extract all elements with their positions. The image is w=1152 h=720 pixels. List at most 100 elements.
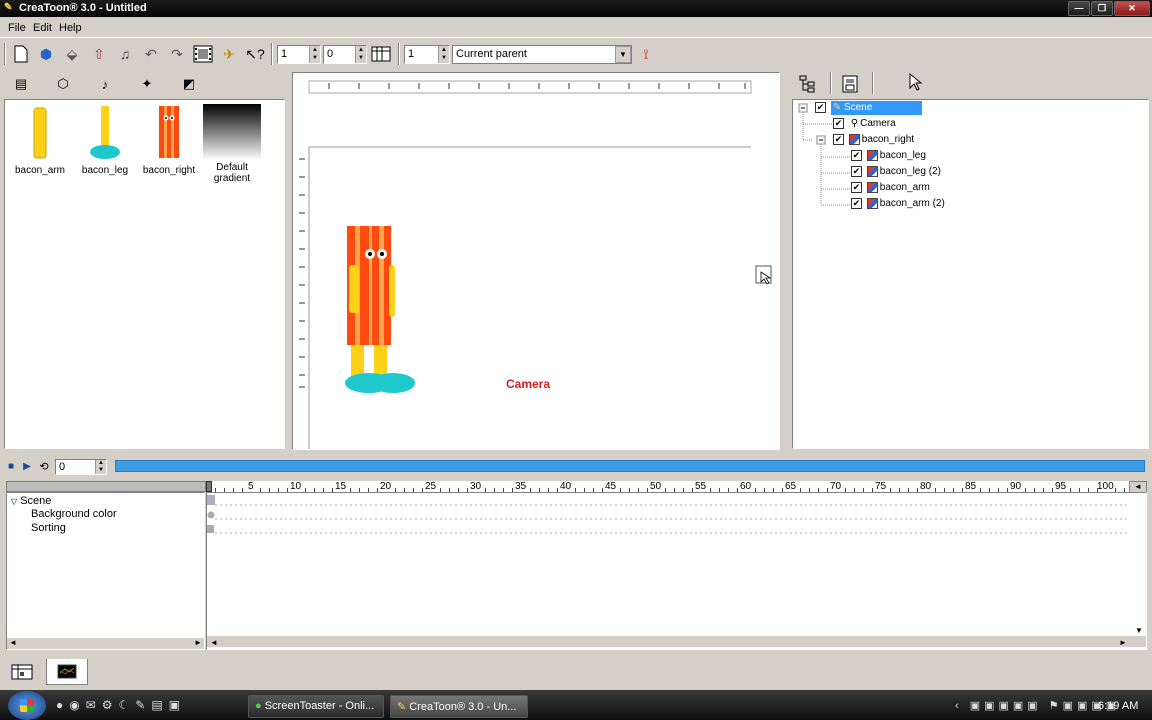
library-tab-shapes[interactable]: ⬡ xyxy=(50,72,76,96)
ruler-tick-label: 75 xyxy=(875,481,887,492)
properties-tab[interactable] xyxy=(840,72,860,96)
import-icon[interactable]: ⬙ xyxy=(62,44,82,64)
task2-label: CreaToon® 3.0 - Un... xyxy=(409,701,517,713)
tree-row-bacon-leg[interactable]: ✔ bacon_leg xyxy=(851,149,926,164)
export-icon[interactable]: ⇧ xyxy=(89,44,109,64)
menu-help[interactable]: Help xyxy=(59,22,82,34)
frame-spinner-b-value: 0 xyxy=(327,48,334,60)
library-item-bacon-arm[interactable]: bacon_arm xyxy=(10,104,70,176)
library-tab-textures[interactable]: ◩ xyxy=(176,72,202,96)
stop-icon[interactable]: ■ xyxy=(4,459,18,473)
frame-spinner-b[interactable]: 0 ▲ ▼ xyxy=(323,45,367,64)
track-sorting[interactable]: Sorting xyxy=(31,522,66,534)
chevron-down-icon[interactable]: ▼ xyxy=(615,46,631,63)
frame-spinner-a[interactable]: 1 ▲ ▼ xyxy=(277,45,321,64)
start-button[interactable] xyxy=(8,691,46,720)
track-scene[interactable]: ▽ Scene xyxy=(11,495,51,507)
scroll-right-icon[interactable]: ► xyxy=(194,638,202,647)
render-icon[interactable]: ✈ xyxy=(219,44,239,64)
timeline-keyframe-grid[interactable]: ◄ ► ▼ xyxy=(206,492,1147,650)
ruler-tick-label: 35 xyxy=(515,481,527,492)
library-tab-effects[interactable]: ✦ xyxy=(134,72,160,96)
bacon-leg-thumbnail xyxy=(90,106,120,159)
spinner-arrows-icon[interactable]: ▲ ▼ xyxy=(95,460,106,474)
current-frame-input[interactable]: 0 ▲ ▼ xyxy=(55,459,107,475)
mouse-cursor-icon xyxy=(906,72,926,92)
chrome-icon: ● xyxy=(255,700,262,712)
tree-row-bacon-right[interactable]: ✔ bacon_right xyxy=(833,133,914,148)
tree-view-tab[interactable] xyxy=(798,72,818,96)
camera-label: Camera xyxy=(506,377,551,391)
new-file-icon[interactable] xyxy=(11,44,31,64)
visibility-checkbox[interactable]: ✔ xyxy=(833,133,844,145)
library-item-label: bacon_right xyxy=(142,165,196,176)
redo-icon[interactable]: ↷ xyxy=(167,44,187,64)
loop-icon[interactable]: ⟲ xyxy=(37,459,51,473)
bacon-right-thumbnail xyxy=(159,106,179,158)
spinner-arrows-icon[interactable]: ▲ ▼ xyxy=(355,46,366,63)
sound-icon[interactable]: ♫ xyxy=(115,44,135,64)
ruler-tick-label: 85 xyxy=(965,481,977,492)
help-pointer-icon[interactable]: ↖? xyxy=(245,44,265,64)
track-list-scrollbar[interactable]: ◄ ► xyxy=(7,638,204,649)
film-icon[interactable] xyxy=(193,44,213,64)
menu-file[interactable]: File xyxy=(8,22,26,34)
keyframe-icon[interactable] xyxy=(371,44,391,64)
visibility-checkbox[interactable]: ✔ xyxy=(851,149,862,161)
ruler-tick-label: 70 xyxy=(830,481,842,492)
menu-edit[interactable]: Edit xyxy=(33,22,52,34)
layer-spinner[interactable]: 1 ▲ ▼ xyxy=(404,45,450,64)
library-item-bacon-leg[interactable]: bacon_leg xyxy=(75,104,135,176)
system-tray-icons[interactable]: ‹ ▣▣▣▣▣ ⚑▣▣▣▣ xyxy=(955,699,1120,712)
scroll-left-icon[interactable]: ◄ xyxy=(9,638,17,647)
spinner-arrows-icon[interactable]: ▲ ▼ xyxy=(438,46,449,63)
scene-tree-panel: ✔ ✎ Scene ✔ ⚲ Camera ✔ bacon_right ✔ baco… xyxy=(792,99,1149,449)
parent-select[interactable]: Current parent ▼ xyxy=(452,45,632,64)
quick-launch-icons[interactable]: ●◉✉⚙☾✎▤▣ xyxy=(56,698,236,716)
track-background-color[interactable]: Background color xyxy=(31,508,117,520)
tree-row-bacon-arm-2[interactable]: ✔ bacon_arm (2) xyxy=(851,197,945,212)
tree-row-bacon-arm[interactable]: ✔ bacon_arm xyxy=(851,181,930,196)
maximize-button[interactable]: ❐ xyxy=(1091,1,1113,16)
timeline-view-tab[interactable] xyxy=(10,662,34,682)
stage-canvas[interactable] xyxy=(293,73,779,449)
undo-icon[interactable]: ↶ xyxy=(141,44,161,64)
taskbar-item-screentoaster[interactable]: ● ScreenToaster - Onli... xyxy=(248,695,384,718)
library-item-label: Default gradient xyxy=(213,162,251,184)
close-button[interactable]: ✕ xyxy=(1114,1,1150,16)
element-icon xyxy=(866,165,878,177)
visibility-checkbox[interactable]: ✔ xyxy=(833,117,844,129)
tree-label-scene[interactable]: ✎ Scene xyxy=(830,101,923,115)
spinner-arrows-icon[interactable]: ▲ ▼ xyxy=(309,46,320,63)
ruler-tick-label: 80 xyxy=(920,481,932,492)
windows-logo-icon xyxy=(20,699,34,712)
window-title: CreaToon® 3.0 - Untitled xyxy=(19,2,147,14)
visibility-checkbox[interactable]: ✔ xyxy=(851,165,862,177)
library-item-bacon-right[interactable]: bacon_right xyxy=(139,104,199,176)
creatoon-icon: ✎ xyxy=(397,701,407,713)
add-element-icon[interactable]: ⬢ xyxy=(36,44,56,64)
tree-row-scene[interactable]: ✔ ✎ Scene xyxy=(815,101,923,116)
curves-view-tab[interactable] xyxy=(46,659,88,685)
bacon-character[interactable] xyxy=(345,226,415,393)
stage-panel[interactable]: Camera xyxy=(292,72,780,450)
layer-spinner-value: 1 xyxy=(408,48,415,60)
library-tab-elements[interactable]: ▤ xyxy=(8,72,34,96)
playhead-marker[interactable] xyxy=(206,481,212,492)
tree-row-bacon-leg-2[interactable]: ✔ bacon_leg (2) xyxy=(851,165,941,180)
library-tab-sounds[interactable]: ♪ xyxy=(92,72,118,96)
collapse-triangle-icon[interactable]: ▽ xyxy=(11,497,17,506)
tree-row-camera[interactable]: ✔ ⚲ Camera xyxy=(833,117,896,132)
minimize-button[interactable]: — xyxy=(1068,1,1090,16)
visibility-checkbox[interactable]: ✔ xyxy=(815,101,826,113)
library-item-default-gradient[interactable]: Default gradient xyxy=(202,104,262,184)
play-icon[interactable]: ▶ xyxy=(20,459,34,473)
ruler-tick-label: 90 xyxy=(1010,481,1022,492)
ruler-tick-label: 55 xyxy=(695,481,707,492)
link-icon[interactable]: ⟟ xyxy=(636,44,656,64)
ruler-tick-label: 25 xyxy=(425,481,437,492)
visibility-checkbox[interactable]: ✔ xyxy=(851,197,862,209)
timeline-progress-bar[interactable] xyxy=(115,460,1145,472)
visibility-checkbox[interactable]: ✔ xyxy=(851,181,862,193)
taskbar-item-creatoon[interactable]: ✎ CreaToon® 3.0 - Un... xyxy=(390,695,528,718)
